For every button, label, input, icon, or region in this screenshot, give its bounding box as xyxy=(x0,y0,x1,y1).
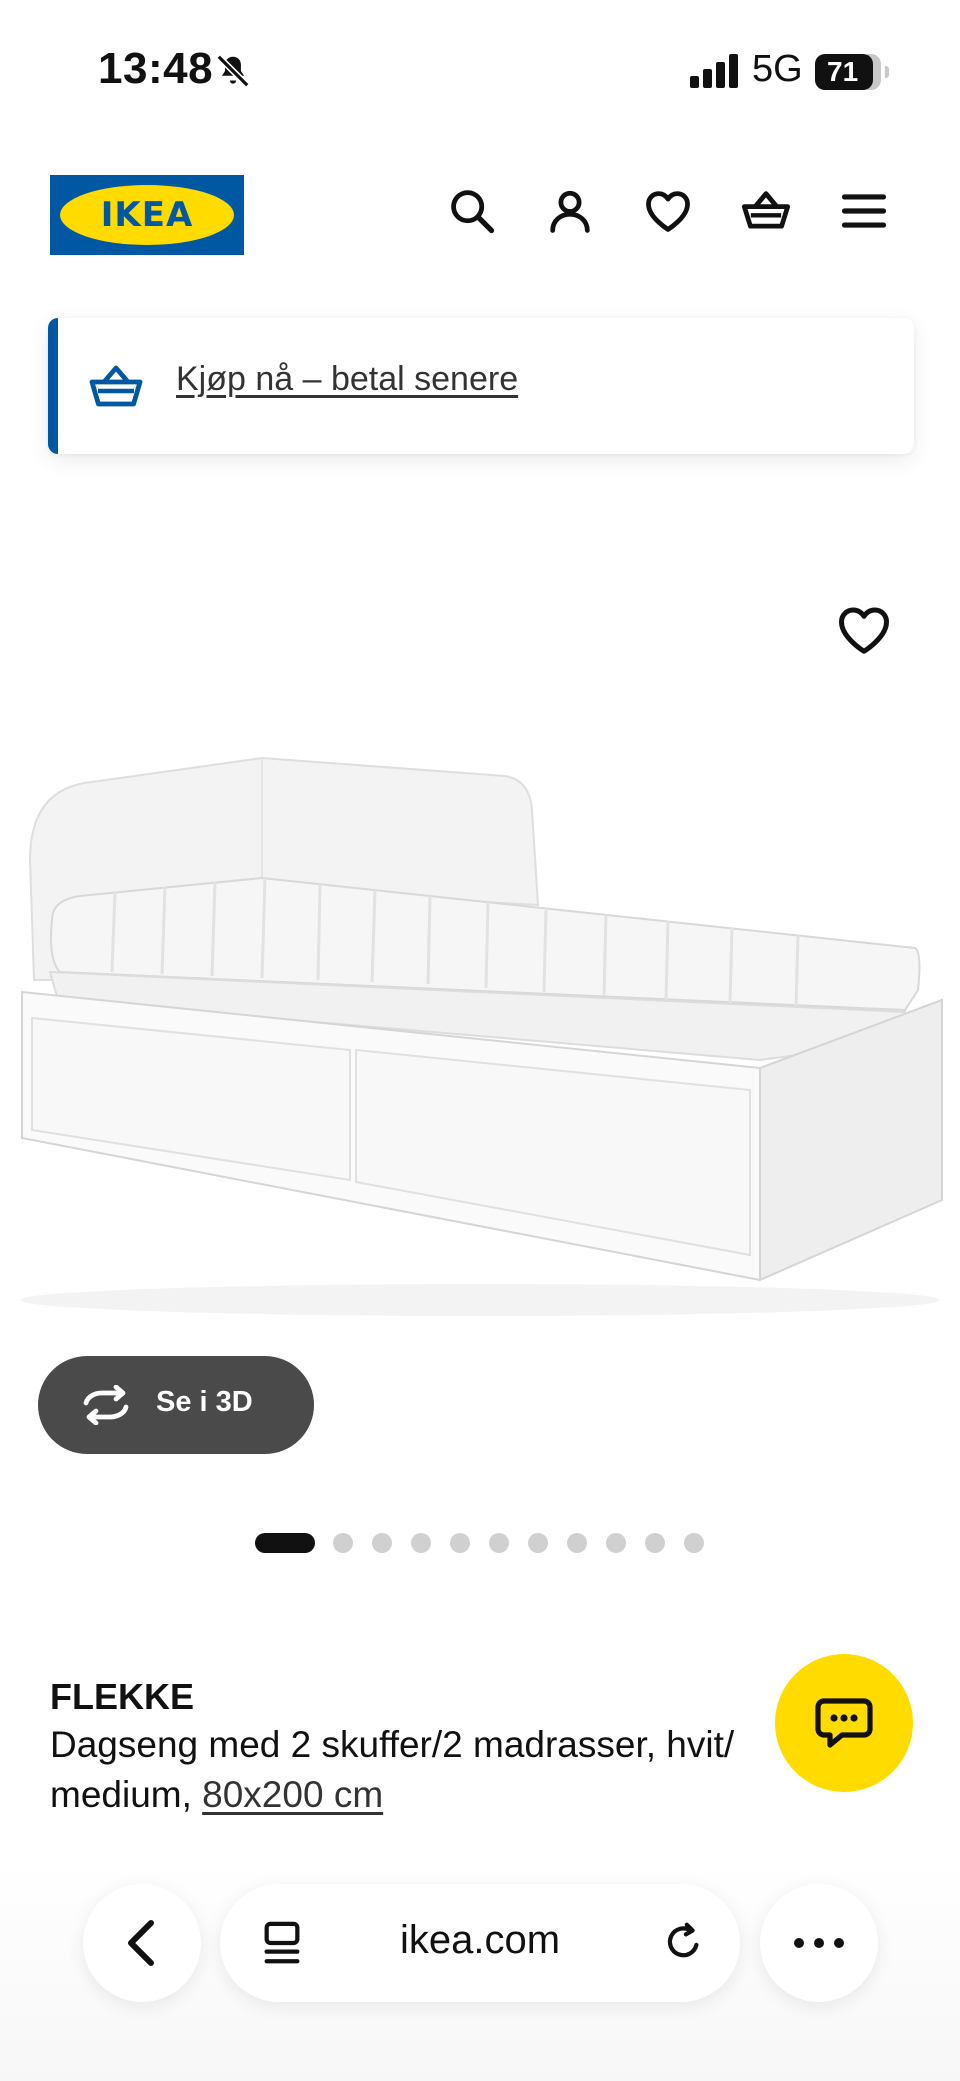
pagination-dot[interactable] xyxy=(372,1533,392,1553)
product-description: Dagseng med 2 skuffer/2 madrasser, hvit/ xyxy=(50,1724,735,1765)
pagination-dot[interactable] xyxy=(684,1533,704,1553)
pay-later-banner[interactable]: Kjøp nå – betal senere xyxy=(48,318,914,454)
product-image[interactable] xyxy=(0,560,960,1360)
favorite-heart-icon[interactable] xyxy=(834,600,894,660)
menu-icon[interactable] xyxy=(838,185,890,237)
rotate-3d-icon xyxy=(83,1385,129,1425)
user-icon[interactable] xyxy=(544,185,596,237)
pagination-dot[interactable] xyxy=(411,1533,431,1553)
battery-level: 71 xyxy=(815,54,873,90)
pagination-dot[interactable] xyxy=(645,1533,665,1553)
size-link[interactable]: 80x200 cm xyxy=(202,1774,383,1815)
banner-accent xyxy=(48,318,58,454)
status-time: 13:48 xyxy=(98,44,214,93)
network-type: 5G xyxy=(752,48,803,90)
basket-icon[interactable] xyxy=(740,185,792,237)
bell-off-icon xyxy=(216,54,250,88)
logo-text: IKEA xyxy=(100,195,194,235)
address-bar[interactable]: ikea.com xyxy=(220,1884,740,2002)
ellipsis-icon xyxy=(794,1938,844,1948)
pagination-dot[interactable] xyxy=(489,1533,509,1553)
browser-back-button[interactable] xyxy=(83,1884,201,2002)
pagination-dot[interactable] xyxy=(528,1533,548,1553)
pagination-dot[interactable] xyxy=(333,1533,353,1553)
reload-icon[interactable] xyxy=(660,1920,706,1966)
pagination-dot[interactable] xyxy=(450,1533,470,1553)
heart-icon[interactable] xyxy=(642,185,694,237)
basket-icon xyxy=(89,365,143,407)
banner-link[interactable]: Kjøp nå – betal senere xyxy=(176,360,518,399)
status-bar: 13:48 5G 71 xyxy=(0,0,960,140)
pagination-dot-active[interactable] xyxy=(255,1533,315,1553)
signal-icon xyxy=(690,54,738,88)
description-prefix: medium, xyxy=(50,1774,203,1815)
pagination-dot[interactable] xyxy=(606,1533,626,1553)
search-icon[interactable] xyxy=(446,185,498,237)
ikea-logo[interactable]: IKEA xyxy=(50,175,244,255)
product-description-line2: medium, 80x200 cm xyxy=(50,1770,383,1820)
more-options-button[interactable] xyxy=(760,1884,878,2002)
product-name: FLEKKE xyxy=(50,1676,194,1717)
view-3d-label: Se i 3D xyxy=(156,1386,253,1418)
view-3d-button[interactable]: Se i 3D xyxy=(38,1356,314,1454)
chevron-left-icon xyxy=(128,1920,154,1966)
battery-indicator: 71 xyxy=(815,54,889,90)
chat-icon xyxy=(815,1698,873,1748)
pagination-dot[interactable] xyxy=(567,1533,587,1553)
chat-button[interactable] xyxy=(775,1654,913,1792)
